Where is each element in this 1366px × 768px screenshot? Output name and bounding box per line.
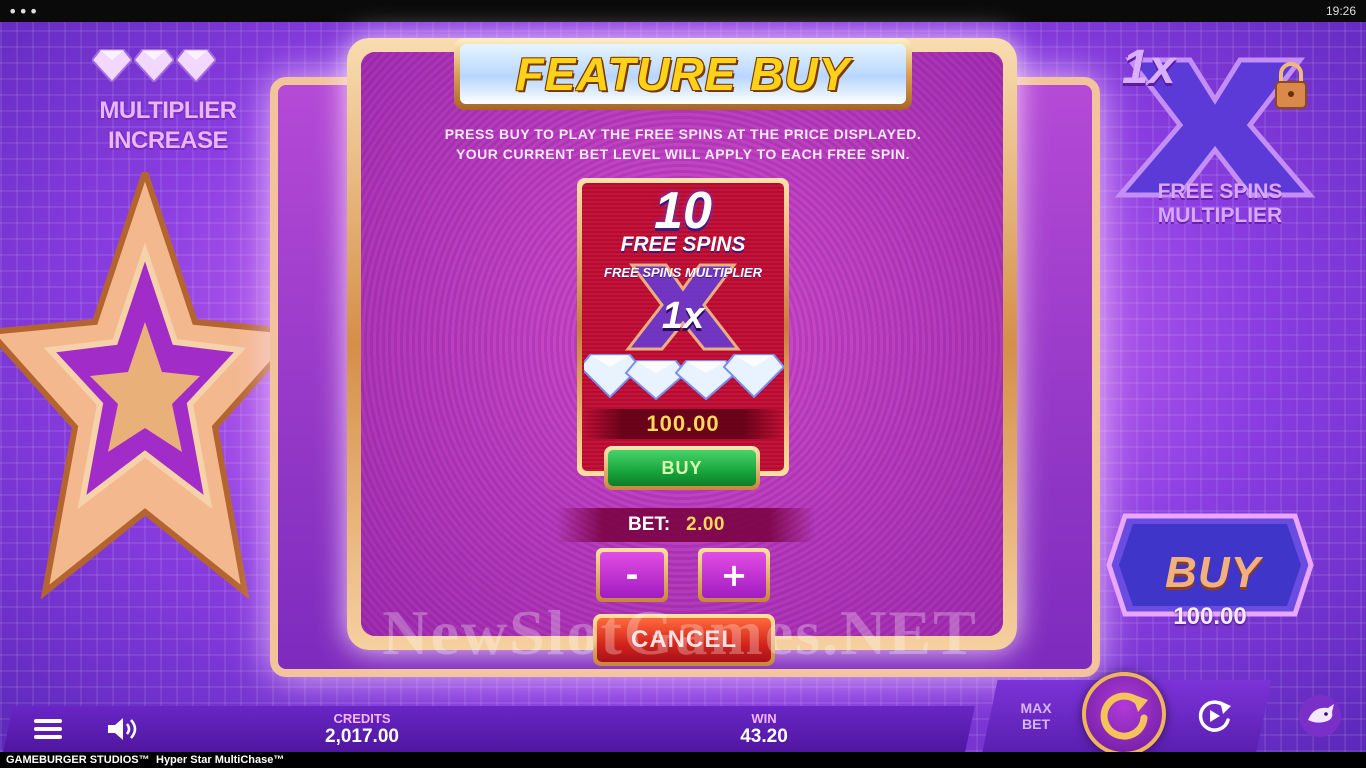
footer: GAMEBURGER STUDIOS™ Hyper Star MultiChas…: [0, 752, 1366, 768]
instructions-line-2: YOUR CURRENT BET LEVEL WILL APPLY TO EAC…: [455, 146, 911, 162]
lock-icon: [1275, 62, 1307, 109]
plus-icon: +: [702, 552, 766, 598]
card-price: 100.00: [646, 411, 720, 436]
card-multiplier-value: 1x: [661, 295, 705, 337]
cancel-button-label: CANCEL: [597, 618, 771, 662]
max-bet-button[interactable]: MAX BET: [1010, 700, 1062, 732]
hamburger-menu-icon[interactable]: [34, 717, 62, 741]
dialog-instructions: PRESS BUY TO PLAY THE FREE SPINS AT THE …: [380, 124, 986, 164]
credits-value: 2,017.00: [325, 726, 399, 747]
buy-button-label: BUY: [608, 450, 756, 486]
spin-button[interactable]: [1082, 672, 1166, 756]
status-bar: ••• 19:26: [0, 0, 1366, 22]
free-spins-card: 10 FREE SPINS FREE SPINS MULTIPLIER 1x 1…: [577, 178, 789, 476]
multiplier-increase-label: MULTIPLIER INCREASE: [99, 97, 237, 154]
instructions-line-1: PRESS BUY TO PLAY THE FREE SPINS AT THE …: [444, 126, 922, 142]
diamond-icon: [92, 49, 132, 82]
clock: 19:26: [1325, 4, 1356, 18]
cancel-button[interactable]: CANCEL: [593, 614, 775, 666]
diamond-icon: [176, 49, 216, 82]
buy-button[interactable]: BUY: [604, 446, 760, 490]
increase-bet-button[interactable]: +: [698, 548, 770, 602]
win-label: WIN: [751, 711, 777, 726]
star-icon: [0, 172, 300, 600]
side-buy-button[interactable]: BUY: [1138, 548, 1288, 598]
autoplay-icon[interactable]: [1194, 696, 1234, 736]
mascot-icon[interactable]: [1298, 694, 1342, 738]
speaker-icon[interactable]: [106, 716, 138, 742]
free-spins-count: 10: [654, 183, 712, 240]
studio-name: GAMEBURGER STUDIOS™: [6, 754, 150, 766]
bet-value: 2.00: [686, 514, 725, 535]
diamond-icon: [134, 49, 174, 82]
control-bar-content: CREDITS 2,017.00 WIN 43.20: [0, 706, 990, 752]
menu-dots-icon[interactable]: •••: [8, 2, 39, 21]
free-spins-label: FREE SPINS: [620, 233, 746, 256]
free-spins-multiplier-label: FREE SPINS MULTIPLIER: [1157, 180, 1283, 227]
win-value: 43.20: [740, 726, 788, 747]
diamonds-icon: [584, 354, 784, 401]
credits-label: CREDITS: [333, 711, 391, 726]
dialog-title: FEATURE BUY: [515, 48, 851, 100]
spin-arrow-icon: [1100, 692, 1148, 740]
game-name: Hyper Star MultiChase™: [156, 754, 285, 766]
side-buy-price: 100.00: [1173, 603, 1247, 630]
diamond-row: [92, 48, 216, 82]
multiplier-value: 1x: [1122, 41, 1176, 94]
bet-label: BET:: [628, 514, 671, 535]
dialog-title-plate: FEATURE BUY: [454, 38, 912, 110]
decrease-bet-button[interactable]: -: [596, 548, 668, 602]
card-multiplier-caption: FREE SPINS MULTIPLIER: [604, 265, 762, 280]
minus-icon: -: [600, 552, 664, 598]
